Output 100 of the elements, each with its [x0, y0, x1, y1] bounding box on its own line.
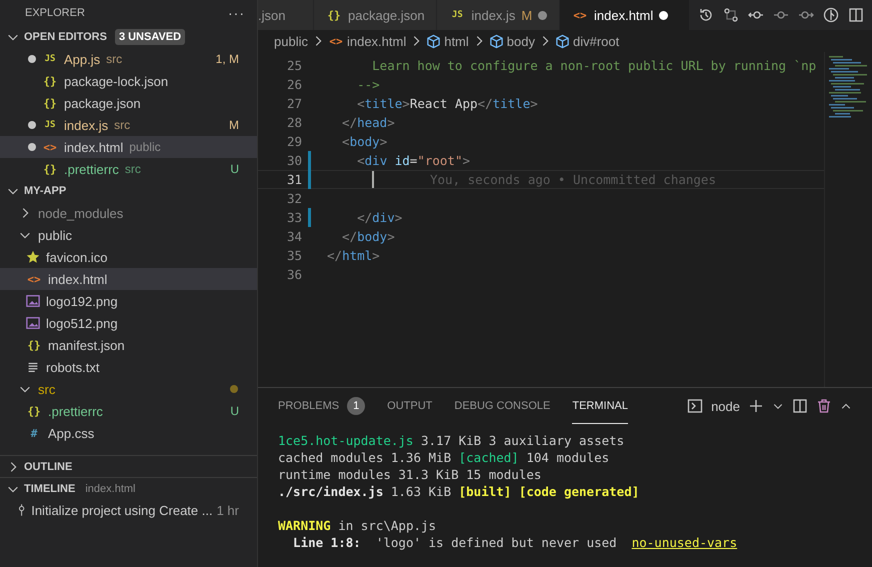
- panel-tab[interactable]: TERMINAL: [572, 388, 628, 424]
- plus-icon[interactable]: [748, 398, 764, 414]
- terminal-text: 3.17 KiB 3 auxiliary assets: [420, 433, 624, 448]
- js-icon: JS: [42, 54, 58, 64]
- code-brackets-icon: <>: [328, 34, 344, 48]
- terminal-text: WARNING: [278, 518, 331, 533]
- file-name[interactable]: index.html: [48, 272, 108, 286]
- code-brackets-icon: <>: [572, 8, 588, 22]
- file-name[interactable]: robots.txt: [46, 360, 100, 374]
- braces-icon: {}: [26, 338, 42, 352]
- terminal-icon[interactable]: [687, 398, 704, 414]
- unsaved-dot-icon: [538, 10, 547, 20]
- line-number: 31: [286, 172, 302, 187]
- panel-tab[interactable]: DEBUG CONSOLE: [454, 388, 550, 424]
- js-icon: JS: [42, 120, 58, 130]
- section-title[interactable]: OPEN EDITORS: [24, 31, 107, 43]
- unsaved-dot-icon: [659, 10, 668, 20]
- terminal-text: [built] [code generated]: [458, 484, 640, 499]
- breadcrumb-item[interactable]: div#root: [572, 34, 620, 48]
- terminal-text: 'logo' is defined but never used: [374, 535, 618, 550]
- git-status-label: U: [230, 404, 239, 418]
- folder-name[interactable]: public: [38, 228, 72, 242]
- terminal-text: 1.63 KiB: [390, 484, 452, 499]
- terminal-text: 104 modules: [525, 450, 610, 465]
- breadcrumb-item[interactable]: index.html: [346, 34, 406, 48]
- terminal-name[interactable]: node: [711, 398, 740, 414]
- editor-tab[interactable]: .json: [258, 0, 314, 30]
- code-line: <body>: [341, 134, 388, 149]
- compare-changes-icon[interactable]: [723, 7, 739, 23]
- more-actions-button[interactable]: ···: [228, 5, 245, 21]
- terminal-text: runtime modules 31.3 KiB 15 modules: [278, 467, 542, 482]
- file-name[interactable]: package-lock.json: [64, 74, 168, 88]
- cube-icon: [488, 34, 504, 48]
- blame-annotation: You, seconds ago • Uncommitted changes: [430, 172, 716, 187]
- file-name[interactable]: .prettierrc: [64, 162, 119, 176]
- line-number: 33: [286, 210, 302, 225]
- line-number: 27: [286, 96, 302, 111]
- file-name[interactable]: index.html: [64, 140, 124, 154]
- breadcrumb-item[interactable]: html: [444, 34, 469, 48]
- file-folder-label: src: [124, 162, 141, 176]
- history-icon[interactable]: [698, 7, 714, 23]
- terminal-text: cached modules 1.36 MiB: [278, 450, 452, 465]
- braces-icon: {}: [42, 162, 58, 176]
- braces-icon: {}: [326, 8, 342, 22]
- file-name[interactable]: favicon.ico: [46, 250, 108, 264]
- editor-tab[interactable]: <> index.html: [560, 0, 690, 30]
- text-lines-icon: [26, 360, 40, 374]
- timeline-file-label: index.html: [85, 482, 136, 494]
- split-terminal-icon[interactable]: [792, 398, 808, 414]
- section-title[interactable]: OUTLINE: [24, 460, 72, 472]
- file-folder-label: src: [114, 118, 130, 132]
- file-name[interactable]: logo192.png: [46, 294, 118, 308]
- file-name[interactable]: index.js: [64, 118, 108, 132]
- section-title[interactable]: MY-APP: [24, 185, 66, 197]
- git-status-label: M: [521, 8, 532, 22]
- code-line: Learn how to configure a non-root public URL by running `np: [371, 58, 816, 73]
- hash-icon: #: [26, 426, 42, 440]
- panel-tab[interactable]: OUTPUT: [387, 388, 432, 424]
- editor-tab[interactable]: JS index.js M: [437, 0, 560, 30]
- line-number: 26: [286, 77, 302, 92]
- braces-icon: {}: [26, 404, 42, 418]
- braces-icon: {}: [42, 74, 58, 88]
- editor-tab[interactable]: {} package.json: [314, 0, 438, 30]
- timeline-entry[interactable]: Initialize project using Create ...: [31, 502, 213, 518]
- terminal-text: 1ce5.hot-update.js: [278, 433, 414, 448]
- commit-icon: [18, 502, 26, 518]
- file-name[interactable]: App.css: [48, 426, 94, 440]
- terminal-text: ./src/index.js: [278, 484, 384, 499]
- panel-tab[interactable]: PROBLEMS 1: [278, 388, 366, 424]
- line-number: 35: [286, 248, 302, 263]
- text-cursor: [372, 171, 374, 188]
- line-number: 34: [286, 229, 302, 244]
- braces-icon: {}: [42, 96, 58, 110]
- cube-icon: [426, 34, 442, 48]
- trash-icon[interactable]: [816, 398, 832, 414]
- file-name[interactable]: .prettierrc: [48, 404, 103, 418]
- line-number: 32: [286, 191, 302, 206]
- rule-link[interactable]: no-unused-vars: [632, 535, 738, 550]
- file-folder-label: public: [129, 140, 161, 154]
- section-title[interactable]: TIMELINE: [24, 482, 76, 494]
- split-editor-icon[interactable]: [848, 7, 864, 23]
- file-name[interactable]: logo512.png: [46, 316, 118, 330]
- git-status-label: U: [230, 162, 239, 176]
- problem-count-badge: 1: [347, 396, 366, 414]
- line-number: 28: [286, 115, 302, 130]
- breadcrumb-item[interactable]: public: [274, 34, 308, 48]
- folder-name[interactable]: node_modules: [38, 206, 124, 220]
- code-line: -->: [356, 77, 380, 92]
- line-number: 30: [286, 153, 302, 168]
- code-line: </div>: [356, 210, 402, 225]
- image-icon: [26, 316, 40, 330]
- folder-name[interactable]: src: [38, 382, 56, 396]
- file-name[interactable]: App.js: [64, 52, 100, 66]
- code-brackets-icon: <>: [42, 140, 58, 154]
- file-name[interactable]: manifest.json: [48, 338, 125, 352]
- file-name[interactable]: package.json: [64, 96, 141, 110]
- image-icon: [26, 294, 40, 308]
- terminal-text: [cached]: [458, 450, 519, 465]
- unsaved-count-badge: 3 UNSAVED: [114, 29, 186, 45]
- breadcrumb-item[interactable]: body: [506, 34, 535, 48]
